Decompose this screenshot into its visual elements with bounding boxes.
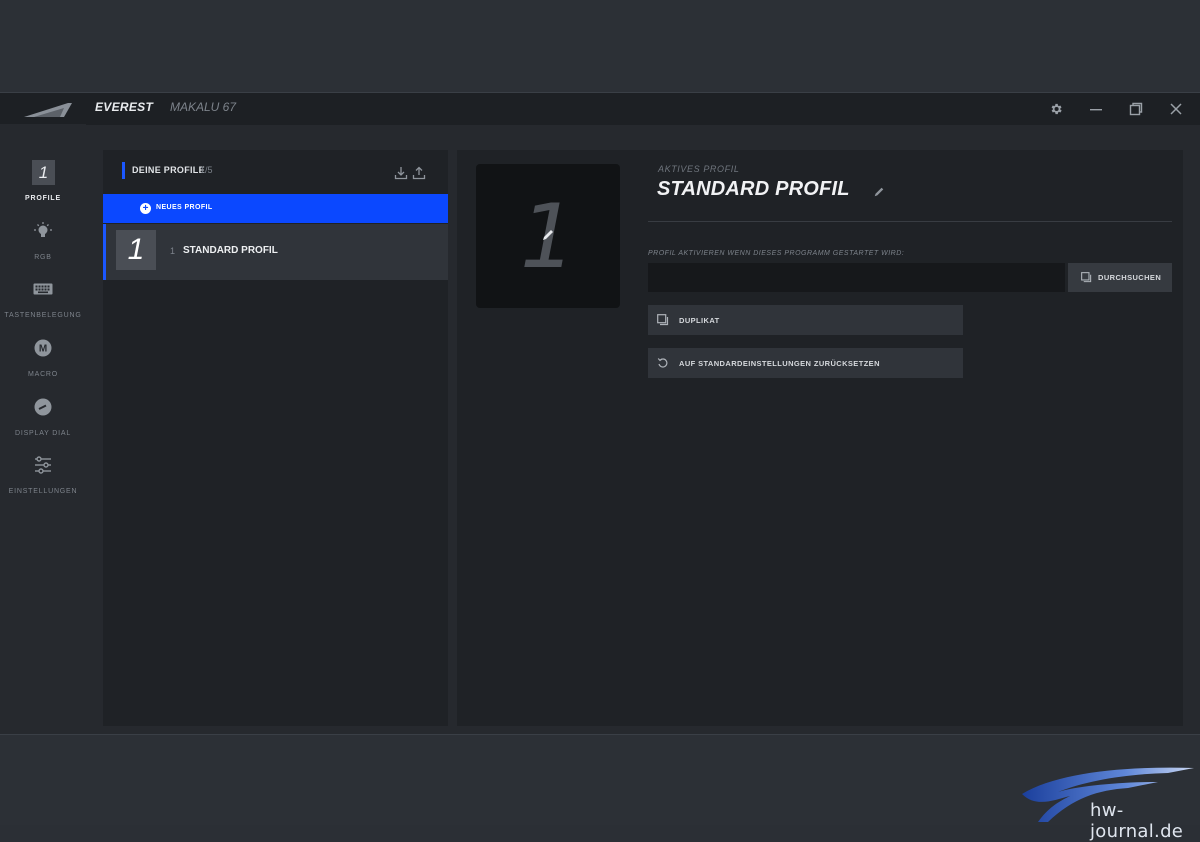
profile-number: 1 xyxy=(170,246,176,256)
browse-icon xyxy=(1081,272,1092,283)
sidebar-item-label: PROFILE xyxy=(25,195,61,202)
profiles-panel: DEINE PROFILE 1/5 + NEUES PROFIL 1 1 STA… xyxy=(103,150,448,726)
active-profile-label: AKTIVES PROFIL xyxy=(658,164,740,174)
pencil-icon[interactable] xyxy=(541,228,555,242)
sidebar-item-label: RGB xyxy=(34,254,52,261)
sidebar-item-label: TASTENBELEGUNG xyxy=(4,312,82,319)
profile-detail-panel: 1 AKTIVES PROFIL STANDARD PROFIL PROFIL … xyxy=(457,150,1183,726)
minimize-button[interactable] xyxy=(1086,99,1106,119)
minimize-icon xyxy=(1090,109,1102,111)
export-icon[interactable] xyxy=(412,166,426,180)
new-profile-button[interactable]: + NEUES PROFIL xyxy=(103,194,448,223)
reset-label: AUF STANDARDEINSTELLUNGEN ZURÜCKSETZEN xyxy=(679,359,880,368)
sidebar-item-label: DISPLAY DIAL xyxy=(14,430,72,437)
dial-icon xyxy=(34,398,52,416)
sidebar-nav: 1 PROFILE RGB TASTENBELEGUNG M MACRO DIS… xyxy=(0,124,86,734)
restore-button[interactable] xyxy=(1126,99,1146,119)
profile-image: 1 xyxy=(476,164,620,308)
reset-defaults-button[interactable]: AUF STANDARDEINSTELLUNGEN ZURÜCKSETZEN xyxy=(648,348,963,378)
import-icon[interactable] xyxy=(394,166,408,180)
browse-label: DURCHSUCHEN xyxy=(1098,273,1162,282)
restore-icon xyxy=(1129,102,1143,116)
browse-button[interactable]: DURCHSUCHEN xyxy=(1068,263,1172,292)
gear-icon xyxy=(1051,103,1062,115)
sidebar-item-macro[interactable]: M MACRO xyxy=(0,336,86,388)
sidebar-item-rgb[interactable]: RGB xyxy=(0,219,86,271)
plus-icon: + xyxy=(140,203,151,214)
duplicate-label: DUPLIKAT xyxy=(679,316,720,325)
program-label: PROFIL AKTIVIEREN WENN DIESES PROGRAMM G… xyxy=(648,250,905,257)
sliders-icon xyxy=(35,456,51,474)
background-top xyxy=(0,0,1200,92)
tab-makalu[interactable]: MAKALU 67 xyxy=(170,100,236,114)
active-profile-name: STANDARD PROFIL xyxy=(657,178,850,200)
close-icon xyxy=(1170,103,1182,115)
profile-list-item[interactable]: 1 1 STANDARD PROFIL xyxy=(103,224,448,280)
keyboard-icon xyxy=(33,283,53,295)
settings-button[interactable] xyxy=(1046,99,1066,119)
title-bar: EVEREST MAKALU 67 xyxy=(0,92,1200,125)
sidebar-item-einstellungen[interactable]: EINSTELLUNGEN xyxy=(0,453,86,505)
bulb-icon xyxy=(34,222,52,237)
panel-accent-bar xyxy=(122,162,125,179)
sidebar-item-label: MACRO xyxy=(27,371,59,378)
divider xyxy=(648,221,1172,222)
brand-logo-icon xyxy=(24,103,72,117)
tab-everest[interactable]: EVEREST xyxy=(95,100,153,114)
svg-text:M: M xyxy=(39,344,47,355)
panel-title: DEINE PROFILE xyxy=(132,165,205,175)
profile-badge: 1 xyxy=(32,160,55,185)
profile-count: 1/5 xyxy=(200,165,213,175)
sidebar-item-profile[interactable]: 1 PROFILE xyxy=(0,160,86,212)
pencil-icon[interactable] xyxy=(873,186,885,198)
watermark-text: hw-journal.de xyxy=(1090,800,1184,842)
reset-icon xyxy=(657,358,668,368)
sidebar-item-display-dial[interactable]: DISPLAY DIAL xyxy=(0,395,86,447)
sidebar-item-label: EINSTELLUNGEN xyxy=(8,488,78,495)
sidebar-item-tastenbelegung[interactable]: TASTENBELEGUNG xyxy=(0,277,86,329)
duplicate-icon xyxy=(657,314,669,326)
program-path-input[interactable] xyxy=(648,263,1065,292)
macro-icon: M xyxy=(34,339,52,357)
profile-badge: 1 xyxy=(116,230,156,270)
duplicate-button[interactable]: DUPLIKAT xyxy=(648,305,963,335)
app-window: EVEREST MAKALU 67 1 PROFILE RGB TASTENBE… xyxy=(0,92,1200,734)
new-profile-label: NEUES PROFIL xyxy=(156,204,213,211)
profile-name: STANDARD PROFIL xyxy=(183,245,278,256)
close-button[interactable] xyxy=(1166,99,1186,119)
